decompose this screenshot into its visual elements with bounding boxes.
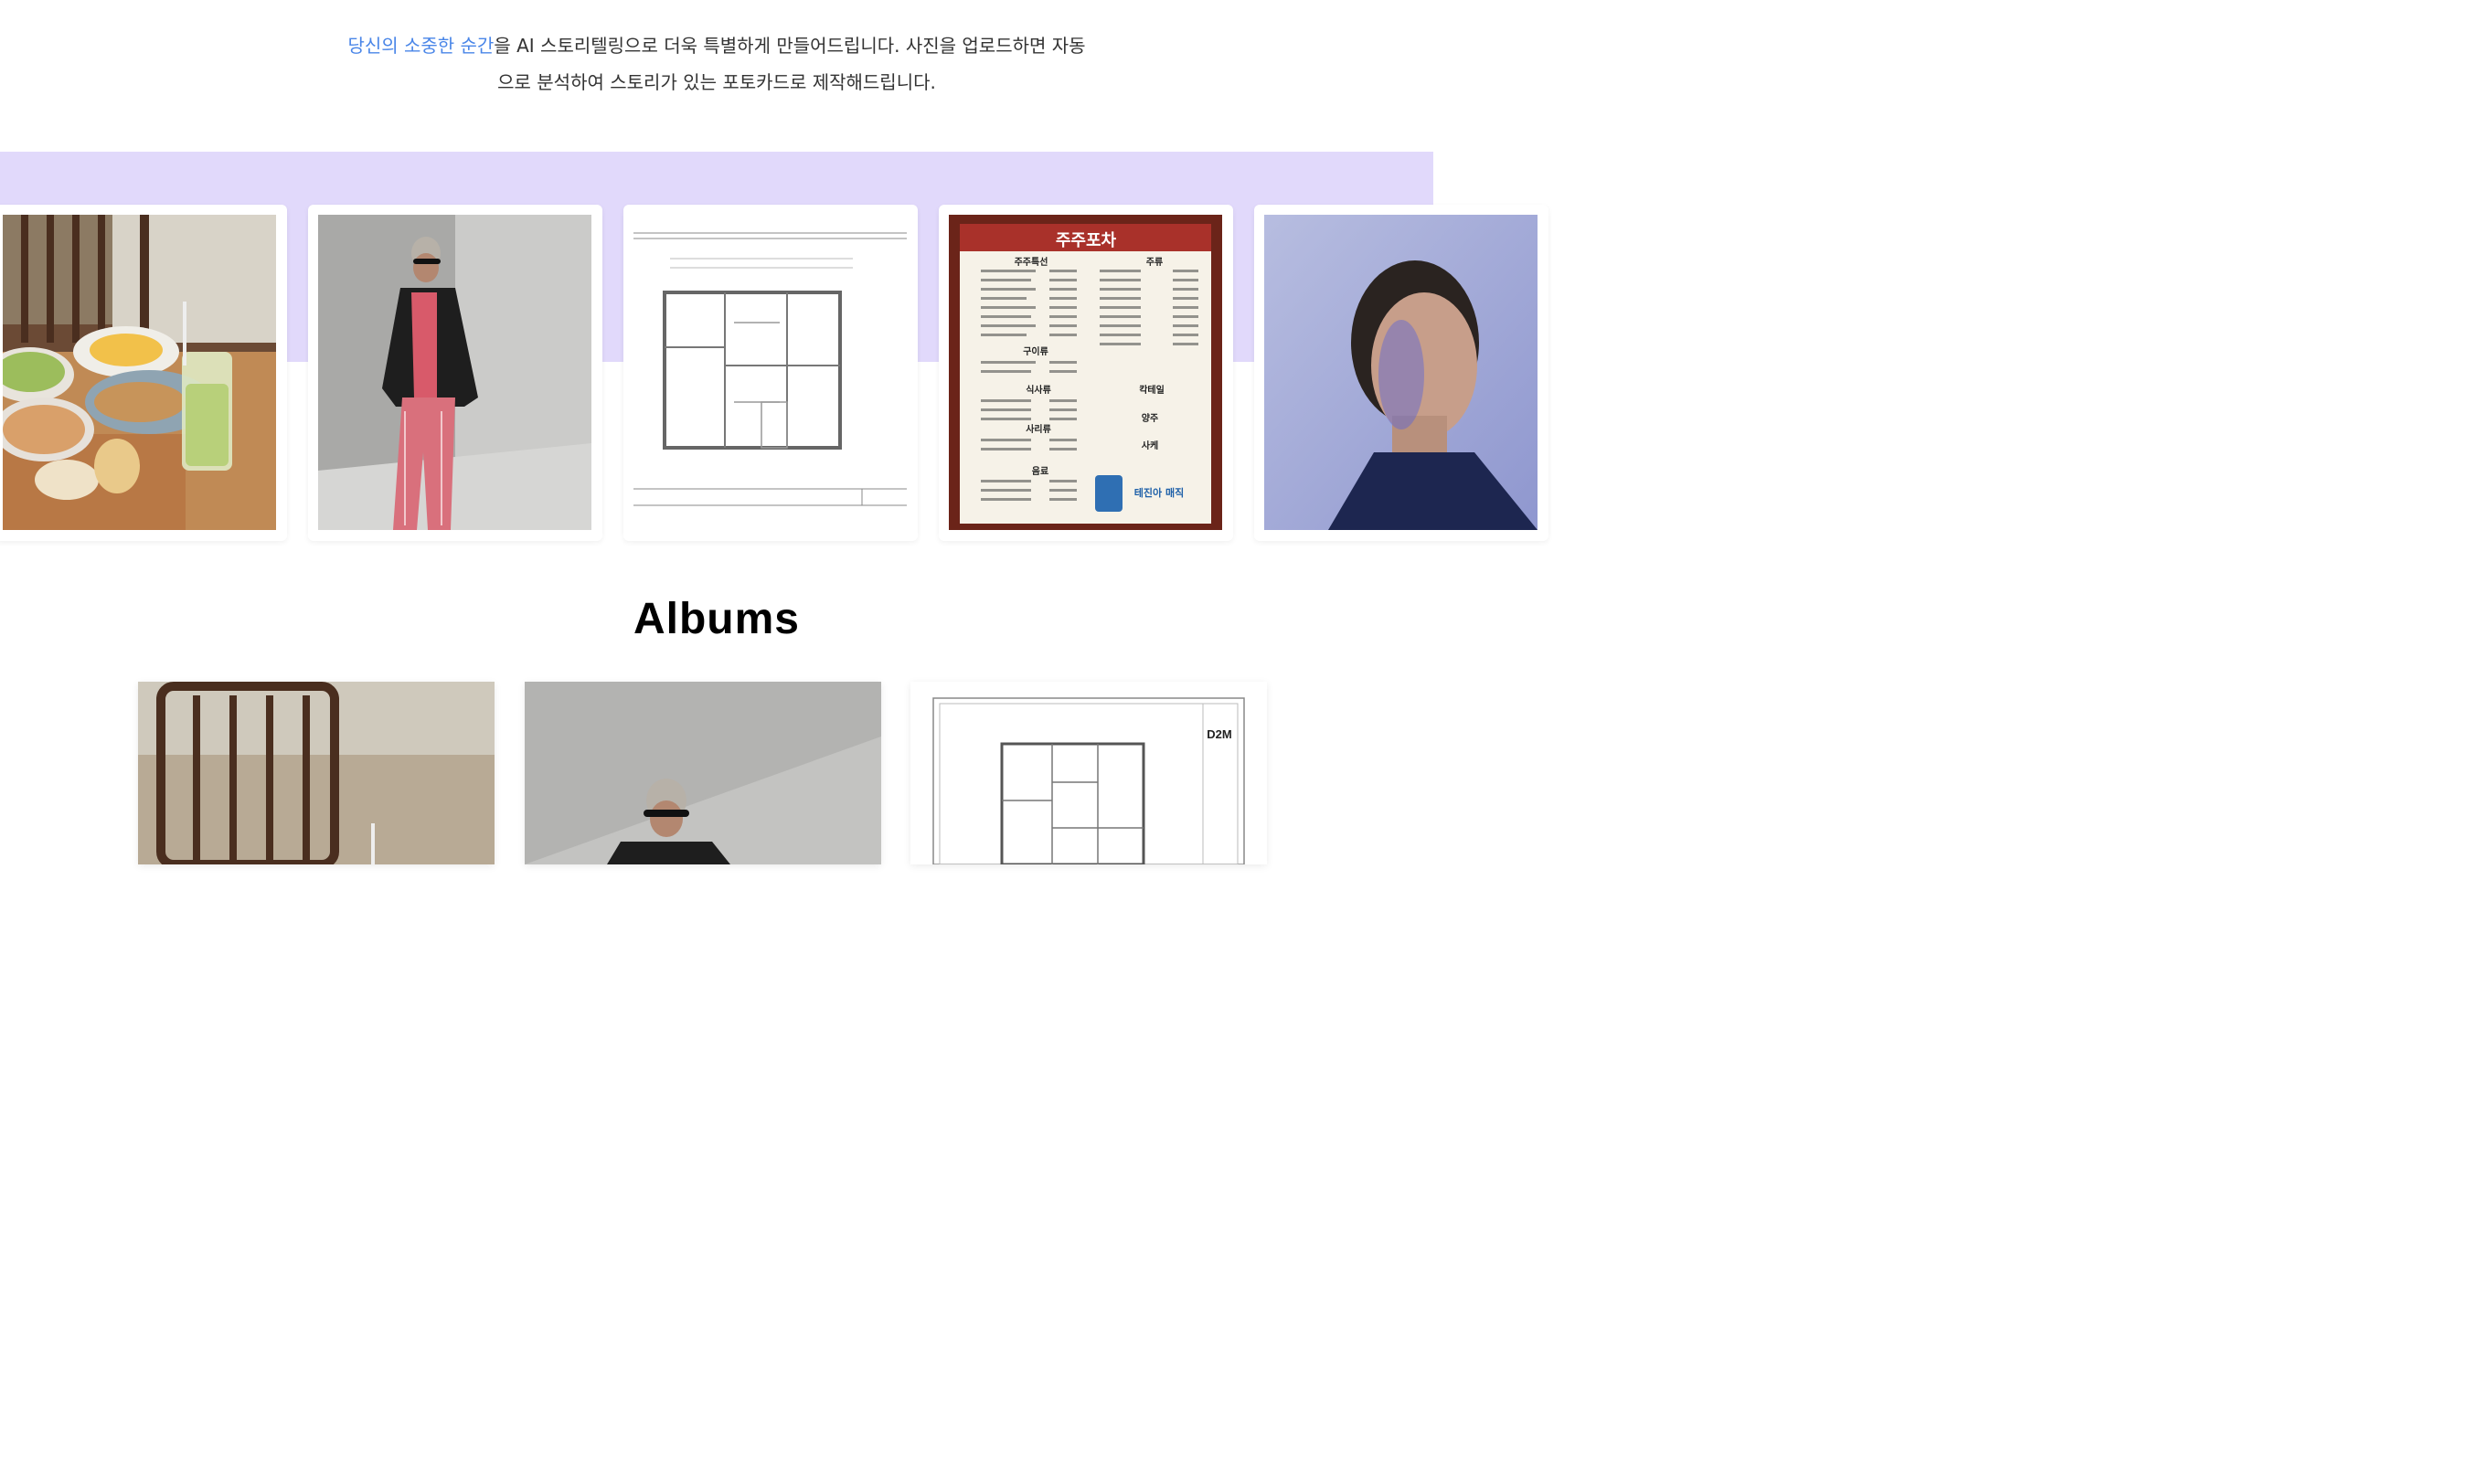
- album-card-food[interactable]: [138, 682, 495, 864]
- intro-text: 당신의 소중한 순간을 AI 스토리텔링으로 더욱 특별하게 만들어드립니다. …: [0, 27, 1433, 101]
- album-food-photo: [138, 682, 495, 864]
- food-photo: [3, 215, 276, 530]
- albums-title: Albums: [633, 595, 800, 643]
- menu-photo: 주주포차 주주특선 주류 구이류 식사류 사리류 칵테일 양주 사케 음료 테진…: [949, 215, 1222, 530]
- menu-section-liquor: 양주: [1142, 413, 1158, 424]
- carousel-card-floor-plan[interactable]: [623, 205, 918, 541]
- carousel-card-menu[interactable]: 주주포차 주주특선 주류 구이류 식사류 사리류 칵테일 양주 사케 음료 테진…: [939, 205, 1233, 541]
- album-card-fashion[interactable]: [525, 682, 881, 864]
- carousel-card-portrait[interactable]: [1254, 205, 1548, 541]
- menu-promo: 테진아 매직: [1134, 486, 1184, 499]
- menu-title: 주주포차: [1056, 231, 1117, 250]
- album-fashion-photo: [525, 682, 881, 864]
- intro-line-1-rest: 을 AI 스토리텔링으로 더욱 특별하게 만들어드립니다. 사진을 업로드하면 …: [494, 35, 1086, 57]
- floor-plan-photo: [633, 215, 907, 530]
- album-floor-plan-photo: D2M: [910, 682, 1267, 864]
- carousel-card-food[interactable]: [0, 205, 287, 541]
- intro-line-2: 으로 분석하여 스토리가 있는 포토카드로 제작해드립니다.: [497, 71, 936, 93]
- menu-section-meal: 식사류: [1026, 384, 1051, 396]
- carousel-card-fashion[interactable]: [308, 205, 602, 541]
- fashion-photo: [318, 215, 591, 530]
- intro-highlight: 당신의 소중한 순간: [347, 35, 495, 57]
- portrait-photo: [1264, 215, 1538, 530]
- intro-line-1: 당신의 소중한 순간을 AI 스토리텔링으로 더욱 특별하게 만들어드립니다. …: [0, 27, 1433, 64]
- menu-section-drinks: 주류: [1146, 257, 1163, 268]
- menu-section-grill: 구이류: [1023, 345, 1048, 357]
- menu-section-sake: 사케: [1142, 440, 1158, 451]
- menu-section-beverage: 음료: [1032, 466, 1048, 477]
- album-card-floor-plan[interactable]: D2M: [910, 682, 1267, 864]
- menu-section-special: 주주특선: [1015, 256, 1048, 268]
- menu-section-side: 사리류: [1026, 423, 1051, 435]
- album-floor-plan-logo: D2M: [1207, 727, 1231, 741]
- menu-section-cocktail: 칵테일: [1139, 384, 1165, 396]
